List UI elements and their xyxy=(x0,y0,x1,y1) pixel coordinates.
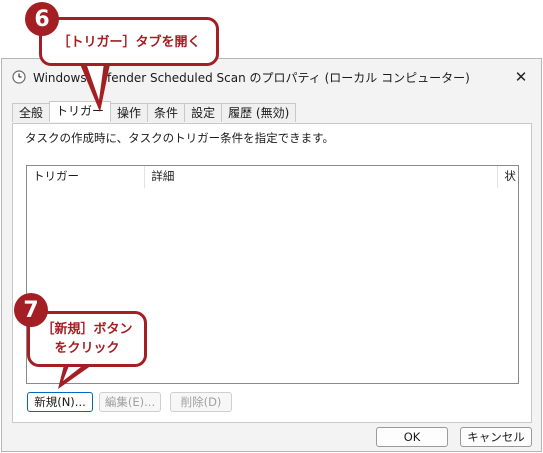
callout-6-text: ［トリガー］タブを開く xyxy=(57,35,201,50)
step-7-badge: 7 xyxy=(14,293,48,327)
callout-7-line2: をクリック xyxy=(54,341,120,356)
step-6-badge: 6 xyxy=(25,2,59,36)
callout-7-pointer xyxy=(58,363,92,389)
callout-7-line1: ［新規］ボタン xyxy=(41,322,133,337)
callout-step-6: ［トリガー］タブを開く xyxy=(39,17,219,66)
